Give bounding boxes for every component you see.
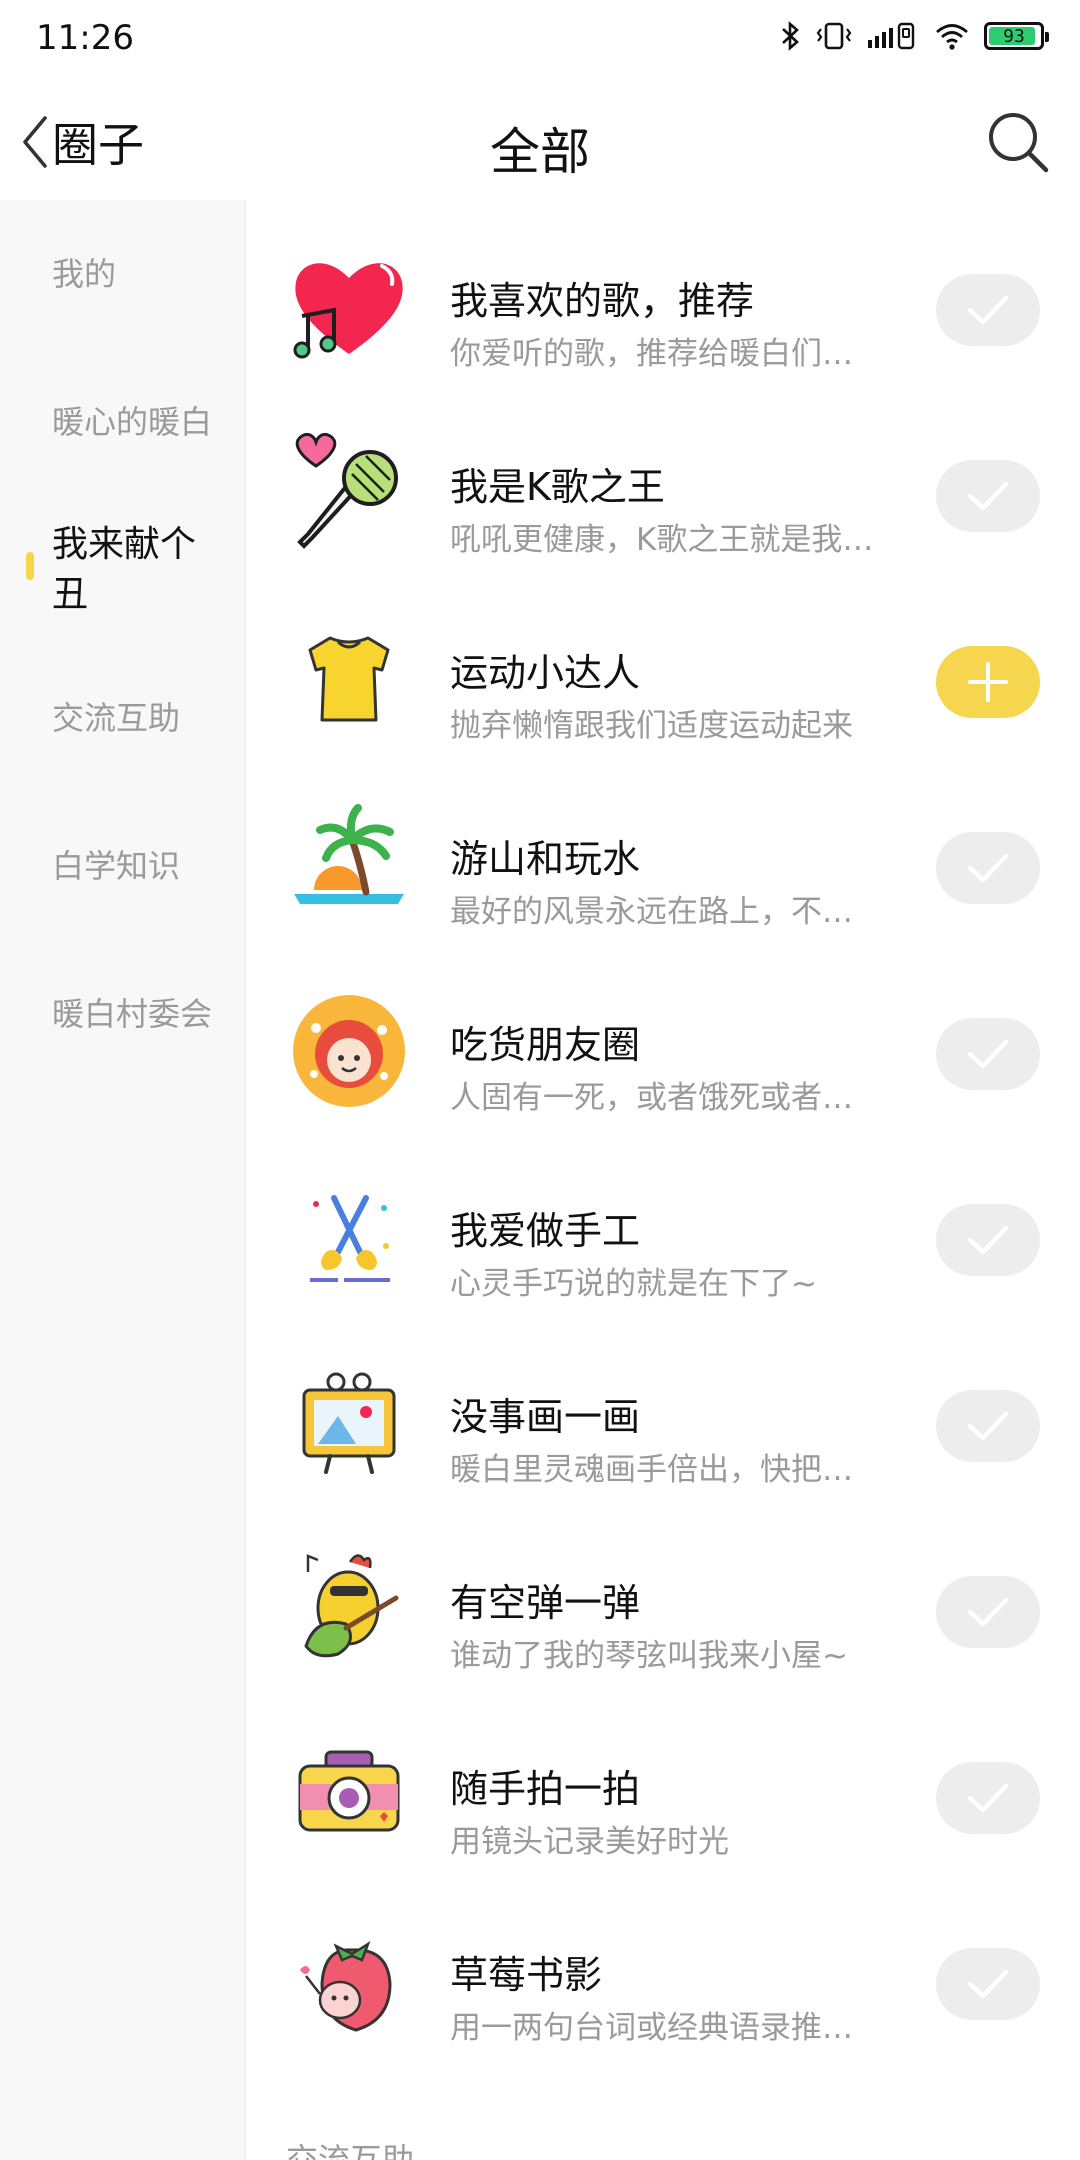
joined-button[interactable]	[936, 1948, 1040, 2020]
circle-title: 吃货朋友圈	[450, 1023, 641, 1067]
joined-button[interactable]	[936, 1576, 1040, 1648]
sidebar-item-mine[interactable]: 我的	[52, 250, 232, 298]
strawberry-icon	[300, 1940, 392, 2032]
list-item[interactable]: 没事画一画 暖白里灵魂画手倍出，快把你的画晒出来	[248, 1316, 1080, 1502]
joined-button[interactable]	[936, 460, 1040, 532]
category-sidebar: 我的 暖心的暖白 我来献个丑 交流互助 白学知识 暖白村委会	[0, 200, 246, 2160]
sidebar-item-show-off[interactable]: 我来献个丑	[52, 520, 222, 620]
sidebar-item-warm-nuanbai[interactable]: 暖心的暖白	[52, 398, 232, 446]
page-title: 全部	[490, 123, 590, 181]
joined-button[interactable]	[936, 274, 1040, 346]
joined-button[interactable]	[936, 832, 1040, 904]
circle-title: 随手拍一拍	[450, 1767, 641, 1811]
battery-icon: 93	[984, 22, 1049, 50]
list-item[interactable]: 我喜欢的歌，推荐 你爱听的歌，推荐给暖白们也听听吧	[248, 200, 1080, 386]
joined-button[interactable]	[936, 1204, 1040, 1276]
check-icon	[967, 295, 1009, 325]
vibrate-icon	[816, 22, 852, 50]
plus-icon	[968, 662, 1008, 702]
circle-subtitle: 抛弃懒惰跟我们适度运动起来	[450, 708, 853, 744]
circle-list: 我喜欢的歌，推荐 你爱听的歌，推荐给暖白们也听听吧 我是K歌之王 吼吼更健康，K…	[248, 200, 1080, 2160]
check-icon	[967, 1597, 1009, 1627]
microphone-icon	[295, 432, 398, 549]
circle-subtitle: 心灵手巧说的就是在下了~	[450, 1266, 817, 1302]
circle-title: 草莓书影	[450, 1953, 603, 1997]
circle-title: 没事画一画	[450, 1395, 641, 1439]
camera-icon	[298, 1750, 400, 1832]
joined-button[interactable]	[936, 1018, 1040, 1090]
list-item[interactable]: 随手拍一拍 用镜头记录美好时光	[248, 1688, 1080, 1874]
wifi-icon	[936, 24, 968, 50]
status-icons: 93	[780, 20, 1049, 52]
status-bar: 11:26 93	[0, 0, 1080, 80]
scissors-icon	[310, 1195, 390, 1282]
tshirt-icon	[308, 636, 390, 722]
list-item[interactable]: 草莓书影 用一两句台词或经典语录推荐好书好影	[248, 1874, 1080, 2060]
check-icon	[967, 1039, 1009, 1069]
circle-subtitle: 人固有一死，或者饿死或者撑死	[450, 1080, 880, 1116]
bluetooth-icon	[782, 21, 799, 51]
circle-title: 我爱做手工	[450, 1209, 641, 1253]
circle-subtitle: 你爱听的歌，推荐给暖白们也听听吧	[450, 336, 880, 372]
sidebar-item-knowledge[interactable]: 白学知识	[52, 842, 232, 890]
circle-subtitle: 用一两句台词或经典语录推荐好书好影	[450, 2010, 880, 2046]
list-item[interactable]: 运动小达人 抛弃懒惰跟我们适度运动起来	[248, 572, 1080, 758]
circle-title: 有空弹一弹	[450, 1581, 641, 1625]
guitar-chicken-icon	[304, 1554, 399, 1658]
list-item[interactable]: 有空弹一弹 谁动了我的琴弦叫我来小屋~	[248, 1502, 1080, 1688]
heart-music-icon	[293, 263, 403, 359]
list-item[interactable]: 吃货朋友圈 人固有一死，或者饿死或者撑死	[248, 944, 1080, 1130]
header: 圈子 全部	[0, 90, 1080, 200]
palm-island-icon	[294, 804, 404, 904]
circle-title: 我是K歌之王	[450, 465, 665, 509]
check-icon	[967, 853, 1009, 883]
search-icon	[989, 113, 1049, 173]
circle-subtitle: 用镜头记录美好时光	[450, 1824, 729, 1860]
check-icon	[967, 1969, 1009, 1999]
sidebar-item-exchange-help[interactable]: 交流互助	[52, 694, 232, 742]
search-button[interactable]	[982, 106, 1054, 178]
check-icon	[967, 1225, 1009, 1255]
drawing-board-icon	[302, 1372, 396, 1474]
check-icon	[967, 1783, 1009, 1813]
list-item[interactable]: 我是K歌之王 吼吼更健康，K歌之王就是我你不服	[248, 386, 1080, 572]
circle-title: 运动小达人	[450, 651, 641, 695]
section-header: 交流互助	[286, 2141, 415, 2160]
circle-subtitle: 谁动了我的琴弦叫我来小屋~	[450, 1638, 848, 1674]
check-icon	[967, 481, 1009, 511]
battery-level: 93	[1003, 25, 1025, 47]
check-icon	[967, 1411, 1009, 1441]
sidebar-item-committee[interactable]: 暖白村委会	[52, 990, 232, 1038]
circle-title: 我喜欢的歌，推荐	[450, 279, 755, 323]
circle-subtitle: 暖白里灵魂画手倍出，快把你的画晒出来	[450, 1452, 880, 1488]
foodie-icon	[293, 995, 405, 1107]
list-item[interactable]: 我爱做手工 心灵手巧说的就是在下了~	[248, 1130, 1080, 1316]
join-button[interactable]	[936, 646, 1040, 718]
signal-icon	[868, 22, 915, 50]
circle-subtitle: 最好的风景永远在路上，不论去哪里	[450, 894, 880, 930]
circle-title: 游山和玩水	[450, 837, 641, 881]
joined-button[interactable]	[936, 1390, 1040, 1462]
list-item[interactable]: 游山和玩水 最好的风景永远在路上，不论去哪里	[248, 758, 1080, 944]
active-indicator	[26, 552, 34, 580]
status-time: 11:26	[36, 18, 134, 58]
joined-button[interactable]	[936, 1762, 1040, 1834]
circle-subtitle: 吼吼更健康，K歌之王就是我你不服	[450, 522, 880, 558]
